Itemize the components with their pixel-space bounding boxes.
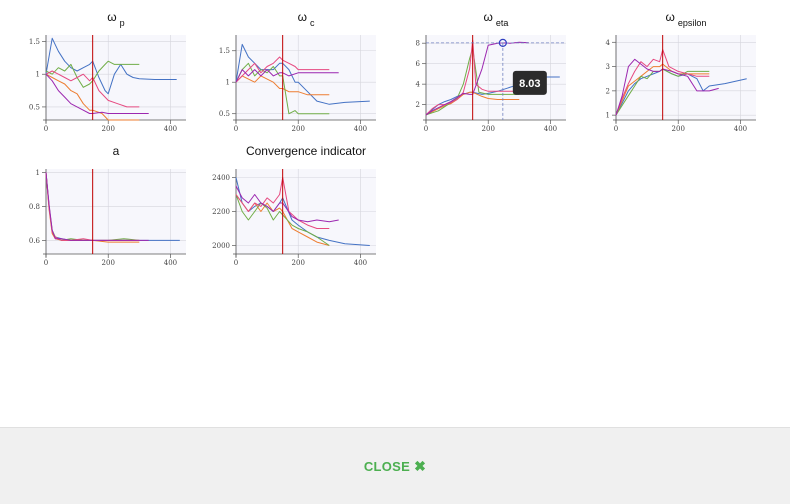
x-tick-label: 0 <box>44 125 48 133</box>
chart-omega-epsilon: ω epsilon 1 2 3 4 0 200 400 <box>584 4 764 134</box>
y-tick-label: 1.5 <box>219 47 230 55</box>
chart-svg: a 0.6 0.8 1 0 200 400 <box>29 144 186 267</box>
close-icon: ✖ <box>414 458 427 474</box>
chart-svg: ω c 0.5 1 1.5 0 200 400 <box>219 10 376 133</box>
chart-title-main: ω <box>484 10 493 24</box>
chart-title-main: ω <box>107 10 116 24</box>
chart-title-main: ω <box>666 10 675 24</box>
close-button[interactable]: CLOSE ✖ <box>0 458 790 475</box>
x-tick-label: 400 <box>734 125 747 133</box>
plot-area <box>46 169 186 254</box>
chart-title: ωc <box>298 10 315 28</box>
y-tick-label: 1 <box>226 79 230 87</box>
chart-title: ωp <box>107 10 124 28</box>
y-tick-label: 2400 <box>212 174 230 182</box>
y-tick-label: 4 <box>606 39 611 47</box>
tooltip-value: 8.03 <box>519 78 540 90</box>
chart-title-sub: eta <box>496 18 509 28</box>
chart-title: ω epsilon <box>666 10 707 28</box>
x-tick-label: 200 <box>672 125 685 133</box>
chart-title: a <box>113 144 120 158</box>
chart-title-sub: c <box>310 18 315 28</box>
chart-omega-c: ω c 0.5 1 1.5 0 200 400 <box>204 4 384 134</box>
chart-title-main: ω <box>298 10 307 24</box>
chart-svg: Convergence indicator 2000 2200 2400 0 200 400 <box>212 144 376 267</box>
y-tick-label: 6 <box>416 60 421 68</box>
y-tick-label: 4 <box>416 81 421 89</box>
chart-convergence: Convergence indicator 2000 2200 2400 0 200 400 <box>204 138 384 268</box>
y-tick-label: 1 <box>606 112 610 120</box>
y-tick-label: 2200 <box>212 208 230 216</box>
x-tick-label: 0 <box>234 125 238 133</box>
chart-omega-eta: ω eta 2 4 6 8 0 200 400 8.03 <box>394 4 574 134</box>
chart-omega-p: ω p 0.5 1 1.5 0 200 400 <box>14 4 194 134</box>
x-tick-label: 200 <box>102 259 115 267</box>
y-tick-label: 0.6 <box>29 237 41 245</box>
x-tick-label: 400 <box>164 259 177 267</box>
x-tick-label: 200 <box>102 125 115 133</box>
chart-svg: ω eta 2 4 6 8 0 200 400 8.03 <box>416 10 566 133</box>
x-tick-label: 400 <box>354 125 367 133</box>
footer-bar: CLOSE ✖ <box>0 427 790 504</box>
y-tick-label: 1 <box>36 71 40 79</box>
plot-area <box>616 35 756 120</box>
x-tick-label: 200 <box>482 125 495 133</box>
close-label: CLOSE <box>363 459 411 474</box>
y-tick-label: 1 <box>36 169 40 177</box>
chart-title-main: a <box>113 144 120 158</box>
charts-panel: ω p 0.5 1 1.5 0 200 400 ω c 0.5 1 1.5 0 200 400 ω eta 2 4… <box>0 0 790 427</box>
x-tick-label: 200 <box>292 125 305 133</box>
y-tick-label: 3 <box>606 63 610 71</box>
y-tick-label: 0.8 <box>29 203 40 211</box>
x-tick-label: 400 <box>354 259 367 267</box>
y-tick-label: 2 <box>606 87 610 95</box>
x-tick-label: 0 <box>614 125 618 133</box>
chart-svg: ω p 0.5 1 1.5 0 200 400 <box>29 10 186 133</box>
chart-title: Convergence indicator <box>246 144 366 158</box>
chart-a: a 0.6 0.8 1 0 200 400 <box>14 138 194 268</box>
chart-title-sub: p <box>120 18 125 28</box>
y-tick-label: 2000 <box>212 242 230 250</box>
chart-svg: ω epsilon 1 2 3 4 0 200 400 <box>606 10 756 133</box>
y-tick-label: 8 <box>416 40 420 48</box>
x-tick-label: 0 <box>44 259 48 267</box>
plot-area <box>236 35 376 120</box>
chart-title: ω eta <box>484 10 509 28</box>
chart-title-sub: epsilon <box>678 18 707 28</box>
y-tick-label: 0.5 <box>219 110 230 118</box>
x-tick-label: 400 <box>544 125 557 133</box>
x-tick-label: 0 <box>424 125 428 133</box>
chart-title-main: Convergence indicator <box>246 144 366 158</box>
y-tick-label: 2 <box>416 101 420 109</box>
y-tick-label: 1.5 <box>29 38 40 46</box>
y-tick-label: 0.5 <box>29 103 40 111</box>
plot-area <box>46 35 186 120</box>
x-tick-label: 400 <box>164 125 177 133</box>
x-tick-label: 0 <box>234 259 238 267</box>
x-tick-label: 200 <box>292 259 305 267</box>
